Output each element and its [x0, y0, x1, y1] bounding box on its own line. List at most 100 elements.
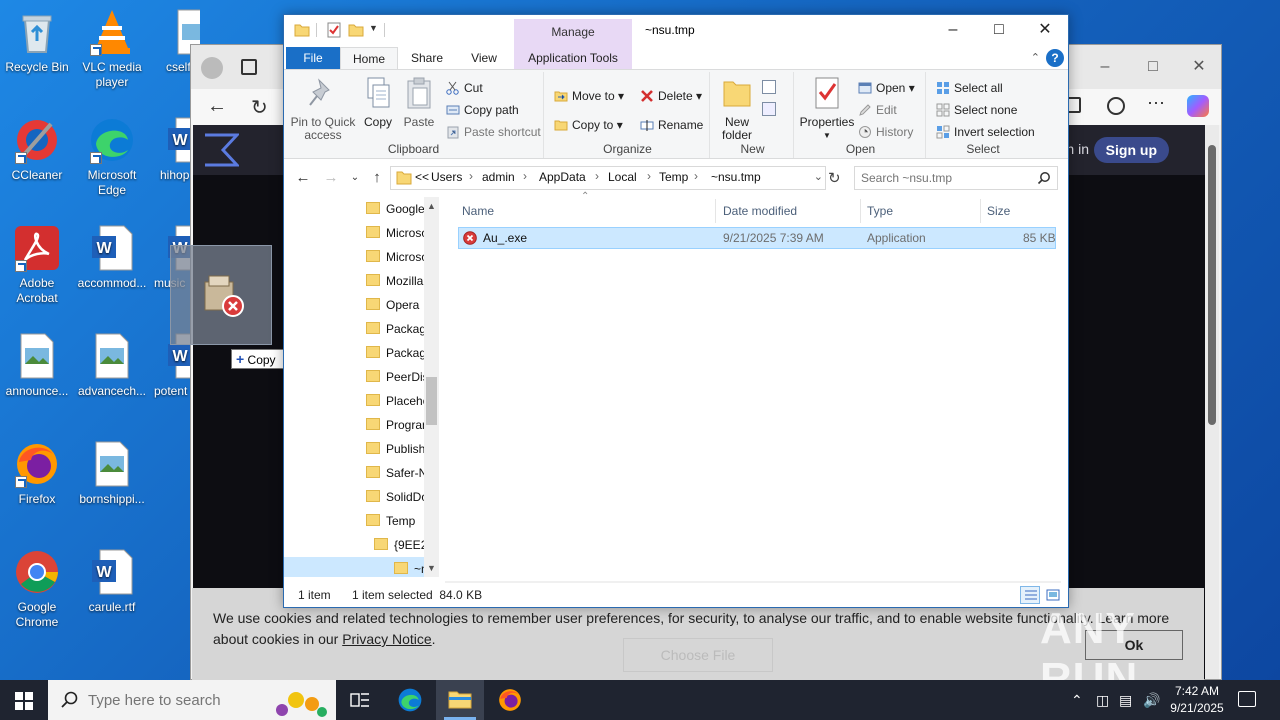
- move-to-button[interactable]: Move to ▾: [554, 86, 624, 106]
- collapse-ribbon-icon[interactable]: ⌃: [1031, 51, 1040, 64]
- breadcrumb-separator-icon[interactable]: ›: [694, 169, 698, 183]
- desktop-icon-vlc[interactable]: VLC media player: [75, 8, 149, 90]
- new-folder-icon[interactable]: [348, 22, 364, 38]
- desktop-icon-recycle-bin[interactable]: Recycle Bin: [0, 8, 74, 75]
- nav-item[interactable]: SolidDo: [366, 485, 426, 509]
- profile-icon[interactable]: [201, 57, 223, 79]
- taskbar-search[interactable]: [48, 680, 336, 720]
- taskbar-search-input[interactable]: [88, 690, 288, 710]
- desktop-icon-accommod[interactable]: W accommod...: [75, 224, 149, 291]
- breadcrumb-admin[interactable]: admin: [482, 170, 515, 184]
- extensions-icon[interactable]: [1107, 97, 1125, 115]
- copilot-icon[interactable]: [1187, 95, 1209, 117]
- breadcrumb-users[interactable]: Users: [431, 170, 462, 184]
- tab-home[interactable]: Home: [340, 47, 398, 69]
- tab-view[interactable]: View: [456, 47, 512, 69]
- cut-button[interactable]: Cut: [446, 78, 483, 98]
- desktop-icon-announce[interactable]: announce...: [0, 332, 74, 399]
- desktop-icon-carule[interactable]: W carule.rtf: [75, 548, 149, 615]
- new-folder-button[interactable]: New folder: [716, 76, 758, 142]
- refresh-icon[interactable]: ↻: [251, 95, 268, 120]
- breadcrumb-appdata[interactable]: AppData: [539, 170, 586, 184]
- invert-selection-button[interactable]: Invert selection: [936, 122, 1035, 142]
- delete-button[interactable]: Delete ▾: [640, 86, 702, 106]
- breadcrumb-separator-icon[interactable]: ›: [647, 169, 651, 183]
- scrollbar-thumb[interactable]: [1208, 145, 1216, 425]
- desktop-icon-ccleaner[interactable]: CCleaner: [0, 116, 74, 183]
- nav-item[interactable]: PeerDis: [366, 365, 426, 389]
- task-view-button[interactable]: [336, 680, 384, 720]
- more-menu-icon[interactable]: ⋯: [1147, 93, 1165, 114]
- select-none-button[interactable]: Select none: [936, 100, 1017, 120]
- new-item-icon[interactable]: [762, 80, 776, 94]
- nav-item[interactable]: Safer-N: [366, 461, 426, 485]
- large-icons-view-button[interactable]: [1042, 586, 1062, 604]
- open-button[interactable]: Open ▾: [858, 78, 915, 98]
- paste-button[interactable]: Paste: [400, 76, 438, 129]
- breadcrumb-nsu-tmp[interactable]: ~nsu.tmp: [711, 170, 761, 184]
- breadcrumb-temp[interactable]: Temp: [659, 170, 688, 184]
- search-input[interactable]: [861, 168, 1031, 188]
- breadcrumb-overflow[interactable]: <<: [415, 170, 429, 184]
- scroll-up-icon[interactable]: ▲: [427, 201, 436, 211]
- desktop-icon-advancech[interactable]: advancech...: [75, 332, 149, 399]
- taskbar-edge[interactable]: [386, 680, 434, 720]
- tab-application-tools[interactable]: Application Tools: [514, 47, 632, 69]
- nav-item[interactable]: Progran: [366, 413, 426, 437]
- properties-check-icon[interactable]: [326, 22, 342, 38]
- breadcrumb-separator-icon[interactable]: ›: [469, 169, 473, 183]
- close-button[interactable]: ✕: [1022, 15, 1068, 45]
- copy-to-button[interactable]: Copy to ▾: [554, 115, 623, 135]
- desktop-icon-microsoft-edge[interactable]: Microsoft Edge: [75, 116, 149, 198]
- pin-quick-access-button[interactable]: Pin to Quick access: [288, 76, 358, 142]
- nav-item[interactable]: Placeho: [366, 389, 426, 413]
- column-header-size[interactable]: Size: [983, 199, 1059, 223]
- nav-item[interactable]: Opera: [366, 293, 426, 317]
- qat-dropdown-icon[interactable]: ▼: [369, 23, 378, 33]
- properties-button[interactable]: Properties ▼: [798, 76, 856, 142]
- column-header-date-modified[interactable]: Date modified: [719, 199, 861, 223]
- browser-maximize-button[interactable]: □: [1133, 53, 1173, 81]
- tab-file[interactable]: File: [286, 47, 340, 69]
- privacy-notice-link[interactable]: Privacy Notice: [342, 631, 431, 647]
- column-header-name[interactable]: Name: [458, 199, 716, 223]
- maximize-button[interactable]: □: [976, 15, 1022, 45]
- back-icon[interactable]: ←: [207, 95, 227, 118]
- taskbar-firefox[interactable]: [486, 680, 534, 720]
- easy-access-icon[interactable]: [762, 102, 776, 116]
- history-button[interactable]: History: [858, 122, 913, 142]
- minimize-button[interactable]: –: [930, 15, 976, 45]
- nav-item[interactable]: Packag: [366, 341, 426, 365]
- taskbar-file-explorer[interactable]: [436, 680, 484, 720]
- sign-up-button[interactable]: Sign up: [1093, 137, 1169, 163]
- breadcrumb-separator-icon[interactable]: ›: [595, 169, 599, 183]
- rename-button[interactable]: Rename: [640, 115, 703, 135]
- forward-button[interactable]: →: [320, 169, 342, 187]
- choose-file-button[interactable]: Choose File: [623, 638, 773, 672]
- edit-button[interactable]: Edit: [858, 100, 897, 120]
- nav-item[interactable]: Mozilla: [366, 269, 426, 293]
- taskbar-clock[interactable]: 7:42 AM 9/21/2025: [1164, 683, 1230, 717]
- address-dropdown-icon[interactable]: ⌄: [814, 170, 823, 183]
- nav-item[interactable]: Publish: [366, 437, 426, 461]
- volume-icon[interactable]: 🔊: [1143, 692, 1160, 709]
- paste-shortcut-button[interactable]: Paste shortcut: [446, 122, 541, 142]
- desktop-icon-google-chrome[interactable]: Google Chrome: [0, 548, 74, 630]
- copy-button[interactable]: Copy: [360, 76, 396, 129]
- breadcrumb-separator-icon[interactable]: ›: [523, 169, 527, 183]
- copy-path-button[interactable]: Copy path: [446, 100, 519, 120]
- network-icon[interactable]: ▤: [1119, 692, 1132, 709]
- navigation-scrollbar[interactable]: ▲ ▼: [424, 197, 439, 577]
- recent-locations-button[interactable]: ⌄: [344, 169, 366, 187]
- desktop-icon-adobe-acrobat[interactable]: Adobe Acrobat: [0, 224, 74, 306]
- breadcrumb-local[interactable]: Local: [608, 170, 637, 184]
- desktop-icon-hihop[interactable]: W hihop: [150, 116, 194, 183]
- tab-actions-icon[interactable]: [241, 59, 257, 75]
- back-button[interactable]: ←: [292, 169, 314, 187]
- up-button[interactable]: ↑: [366, 169, 388, 187]
- file-row[interactable]: Au_.exe 9/21/2025 7:39 AM Application 85…: [458, 227, 1056, 249]
- browser-minimize-button[interactable]: –: [1085, 53, 1125, 81]
- nav-item[interactable]: Google: [366, 197, 426, 221]
- browser-close-button[interactable]: ✕: [1179, 53, 1219, 81]
- desktop-icon-bornshippi[interactable]: bornshippi...: [75, 440, 149, 507]
